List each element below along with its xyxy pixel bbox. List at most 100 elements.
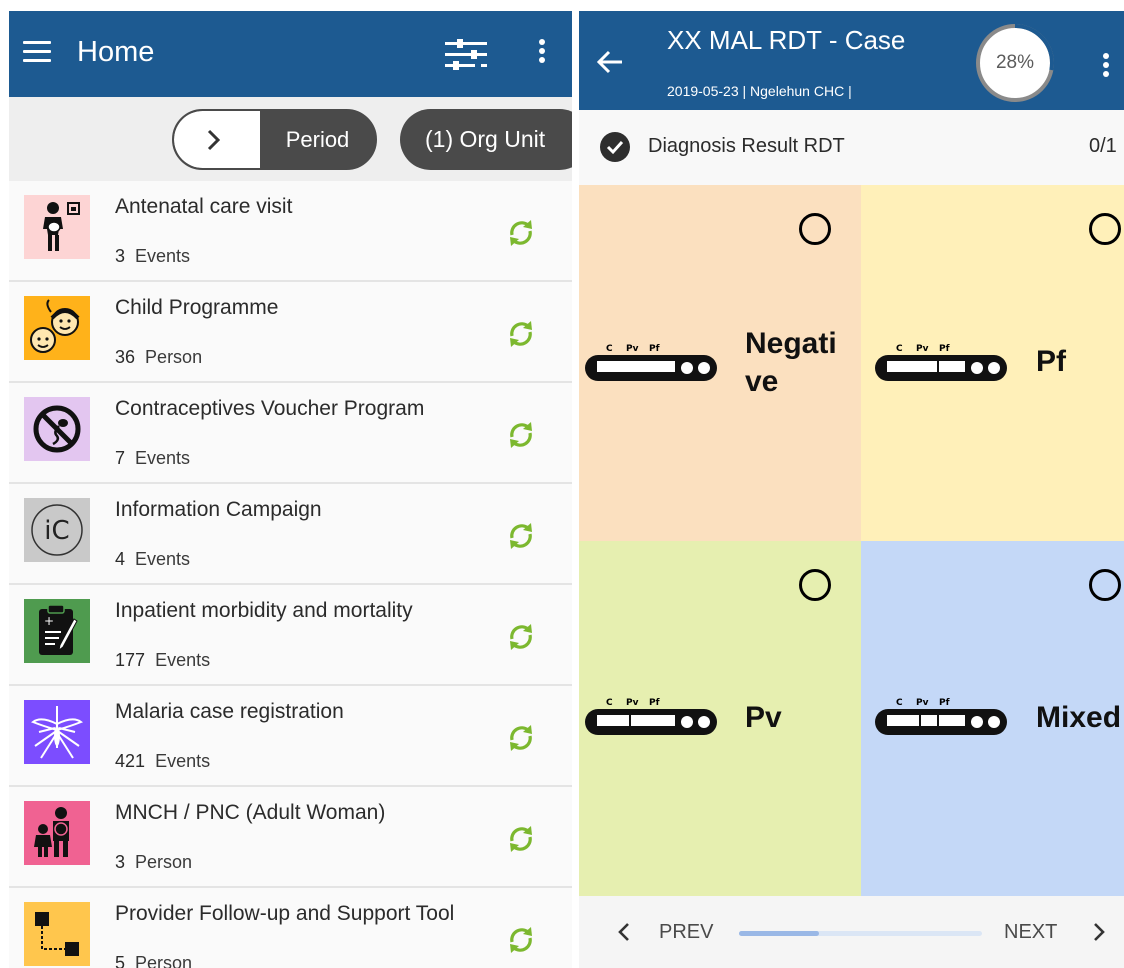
strip-c-label: C <box>606 344 613 354</box>
program-count: 36 Person <box>115 347 203 367</box>
program-count: 421 Events <box>115 751 211 771</box>
sync-icon[interactable] <box>504 620 538 654</box>
period-chip-label: Period <box>285 127 350 152</box>
family-icon <box>24 801 90 865</box>
prev-button[interactable]: PREV <box>611 896 713 968</box>
strip-c-label: C <box>606 698 613 708</box>
section-count: 0/1 <box>1089 135 1117 157</box>
filter-icon[interactable] <box>445 39 487 71</box>
list-item[interactable]: Antenatal care visit 3 Events <box>9 181 572 282</box>
sync-icon[interactable] <box>504 216 538 250</box>
program-count: 5 Person <box>115 953 193 968</box>
check-circle-icon <box>600 132 630 162</box>
flow-icon <box>24 902 90 966</box>
rdt-strip-icon: C Pv Pf <box>585 344 717 381</box>
sync-icon[interactable] <box>504 519 538 553</box>
rdt-strip-icon: C Pv Pf <box>875 344 1007 381</box>
program-name: Information Campaign <box>115 498 322 521</box>
svg-text:+: + <box>44 614 54 628</box>
option-label: Mixed <box>1036 701 1122 734</box>
program-name: Inpatient morbidity and mortality <box>115 599 413 622</box>
section-title: Diagnosis Result RDT <box>648 135 845 157</box>
radio-button[interactable] <box>799 569 831 601</box>
radio-button[interactable] <box>1089 213 1121 245</box>
org-unit-filter-chip[interactable]: (1) Org Unit <box>400 109 572 170</box>
strip-pf-label: Pf <box>649 698 660 708</box>
pregnant-woman-icon <box>24 195 90 259</box>
chevron-right-icon[interactable] <box>174 111 260 168</box>
home-screen: Home Period (1) Org Unit Antenatal care … <box>9 11 572 968</box>
sync-icon[interactable] <box>504 822 538 856</box>
sync-icon[interactable] <box>504 418 538 452</box>
page-title: Home <box>77 36 155 68</box>
strip-c-label: C <box>896 698 903 708</box>
program-name: Antenatal care visit <box>115 195 293 218</box>
list-item[interactable]: Contraceptives Voucher Program 7 Events <box>9 383 572 484</box>
progress-text: 28% <box>995 52 1035 73</box>
sync-icon[interactable] <box>504 317 538 351</box>
period-filter-chip[interactable]: Period <box>172 109 377 170</box>
program-list: Antenatal care visit 3 Events Child Prog… <box>9 181 572 968</box>
option-label: Negati ve <box>745 327 837 398</box>
option-mixed[interactable]: C Pv Pf Mixed <box>861 541 1124 897</box>
back-arrow-icon[interactable] <box>595 47 625 77</box>
event-form-screen: XX MAL RDT - Case 2019-05-23 | Ngelehun … <box>579 11 1124 968</box>
program-name: Malaria case registration <box>115 700 344 723</box>
option-label: Pf <box>1036 345 1066 378</box>
sync-icon[interactable] <box>504 721 538 755</box>
event-title: XX MAL RDT - Case <box>667 25 906 55</box>
list-item[interactable]: + Inpatient morbidity and mortality 177 … <box>9 585 572 686</box>
program-count: 7 Events <box>115 448 191 468</box>
strip-pf-label: Pf <box>649 344 660 354</box>
list-item[interactable]: Child Programme 36 Person <box>9 282 572 383</box>
filter-bar: Period (1) Org Unit <box>9 97 572 181</box>
more-options-icon[interactable] <box>534 39 550 71</box>
list-item[interactable]: Provider Follow-up and Support Tool 5 Pe… <box>9 888 572 968</box>
section-header[interactable]: Diagnosis Result RDT 0/1 <box>579 110 1124 185</box>
app-bar: XX MAL RDT - Case 2019-05-23 | Ngelehun … <box>579 11 1124 110</box>
program-name: Contraceptives Voucher Program <box>115 397 425 420</box>
option-pf[interactable]: C Pv Pf Pf <box>861 185 1124 541</box>
strip-pf-label: Pf <box>939 698 950 708</box>
strip-pv-label: Pv <box>626 344 639 354</box>
chevron-left-icon <box>618 923 629 941</box>
next-button[interactable]: NEXT <box>1004 896 1114 968</box>
app-bar: Home <box>9 11 572 97</box>
option-pv[interactable]: C Pv Pf Pv <box>579 541 861 897</box>
list-item[interactable]: Malaria case registration 421 Events <box>9 686 572 787</box>
program-count: 4 Events <box>115 549 191 569</box>
program-name: MNCH / PNC (Adult Woman) <box>115 801 386 824</box>
next-label: NEXT <box>1004 921 1058 943</box>
chevron-right-icon <box>1094 923 1105 941</box>
program-name: Child Programme <box>115 296 279 319</box>
strip-c-label: C <box>896 344 903 354</box>
prev-label: PREV <box>659 921 714 943</box>
radio-button[interactable] <box>799 213 831 245</box>
strip-pv-label: Pv <box>916 698 929 708</box>
strip-pv-label: Pv <box>916 344 929 354</box>
children-icon <box>24 296 90 360</box>
mosquito-icon <box>24 700 90 764</box>
no-sperm-icon <box>24 397 90 461</box>
radio-button[interactable] <box>1089 569 1121 601</box>
option-label: Pv <box>745 701 782 734</box>
svg-text:iC: iC <box>44 516 69 546</box>
form-progress-fill <box>739 931 820 936</box>
program-name: Provider Follow-up and Support Tool <box>115 902 455 925</box>
strip-pv-label: Pv <box>626 698 639 708</box>
sync-icon[interactable] <box>504 923 538 957</box>
list-item[interactable]: iC Information Campaign 4 Events <box>9 484 572 585</box>
rdt-strip-icon: C Pv Pf <box>875 698 1007 735</box>
list-item[interactable]: MNCH / PNC (Adult Woman) 3 Person <box>9 787 572 888</box>
strip-pf-label: Pf <box>939 344 950 354</box>
event-subtitle: 2019-05-23 | Ngelehun CHC | <box>667 83 852 99</box>
program-count: 3 Person <box>115 852 193 872</box>
info-campaign-icon: iC <box>24 498 90 562</box>
option-negative[interactable]: C Pv Pf Negati ve <box>579 185 861 541</box>
form-navigation-bar: PREV NEXT <box>579 896 1124 968</box>
more-options-icon[interactable] <box>1098 53 1114 85</box>
menu-icon[interactable] <box>23 41 53 65</box>
program-count: 177 Events <box>115 650 211 670</box>
program-count: 3 Events <box>115 246 191 266</box>
rdt-strip-icon: C Pv Pf <box>585 698 717 735</box>
